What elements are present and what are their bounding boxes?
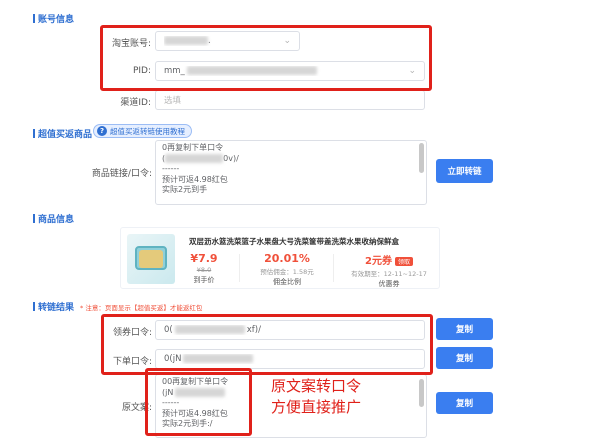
- channel-id-input[interactable]: 选填: [155, 90, 425, 110]
- redacted-code: [165, 153, 224, 163]
- convert-now-button[interactable]: 立即转链: [436, 159, 493, 183]
- price-metric: ¥7.9 ¥8.0 到手价: [173, 252, 235, 285]
- section-title-result: 转链结果: [33, 300, 74, 313]
- product-link-label: 商品链接/口令:: [91, 169, 152, 179]
- product-title: 双层沥水篮洗菜篮子水果盘大号洗菜筐带盖洗菜水果收纳保鲜盒: [189, 237, 399, 246]
- textarea-scrollbar[interactable]: [419, 143, 424, 173]
- section-title-account: 账号信息: [33, 12, 74, 25]
- question-icon: ?: [97, 126, 107, 136]
- commission-label: 佣金比例: [273, 278, 301, 286]
- commission-metric: 20.01% 预估佣金：1.58元 佣金比例: [256, 252, 318, 287]
- claim-coupon-button[interactable]: 领取: [394, 256, 413, 266]
- commission-estimate: 预估佣金：1.58元: [260, 268, 314, 276]
- product-image: [127, 234, 175, 284]
- coupon-metric: 2元券 领取 有效期至：12-11~12-17 优惠券: [347, 252, 431, 289]
- highlight-box-account: [100, 25, 432, 91]
- product-card: 双层沥水篮洗菜篮子水果盘大号洗菜筐带盖洗菜水果收纳保鲜盒 ¥7.9 ¥8.0 到…: [120, 227, 440, 289]
- copy-original-text-button[interactable]: 复制: [436, 392, 493, 414]
- notice-text: * 注意：页面显示【超值买返】才能返红包: [80, 304, 203, 312]
- original-price: ¥8.0: [196, 266, 212, 274]
- textarea-scrollbar[interactable]: [419, 379, 424, 407]
- coupon-value: 2元券: [365, 256, 392, 267]
- highlight-box-copy: [145, 368, 252, 436]
- copy-order-code-button[interactable]: 复制: [436, 347, 493, 369]
- coupon-label: 优惠券: [378, 280, 400, 288]
- commission-rate: 20.01%: [264, 252, 310, 265]
- section-title-convert: 超值买返商品: [33, 127, 92, 140]
- highlight-box-codes: [101, 314, 433, 375]
- section-title-product: 商品信息: [33, 212, 74, 225]
- product-price: ¥7.9: [190, 252, 218, 265]
- tutorial-link[interactable]: ? 超值买返转链使用教程: [93, 124, 192, 138]
- original-copy-label: 原文案:: [121, 403, 152, 413]
- coupon-validity: 有效期至：12-11~12-17: [351, 270, 427, 278]
- price-caption: 到手价: [193, 276, 215, 284]
- annotation-text: 原文案转口令 方便直接推广: [271, 377, 362, 416]
- product-link-textarea[interactable]: 0再复制下单口令 (0v)/ ------ 预计可返4.98红包 实际2元到手: [155, 140, 427, 205]
- channel-id-label: 渠道ID:: [120, 98, 151, 108]
- copy-coupon-code-button[interactable]: 复制: [436, 318, 493, 340]
